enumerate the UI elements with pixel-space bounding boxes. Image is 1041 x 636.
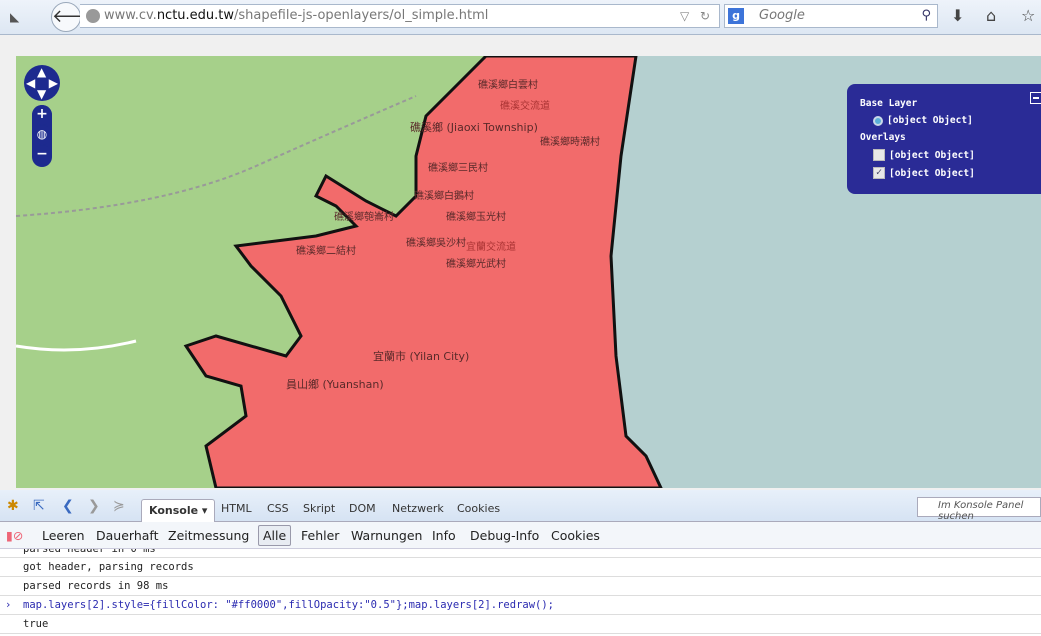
pan-up-icon[interactable]: ▲ [37,65,46,79]
clear-button[interactable]: Leeren [42,528,85,543]
map-label: 礁溪鄉二結村 [296,246,356,257]
rss-icon[interactable]: ◣ [10,10,19,24]
browser-toolbar: ◣ 🡐 www.cv.nctu.edu.tw/shapefile-js-open… [0,0,1041,35]
zoom-in-button[interactable]: + [32,105,52,125]
reload-icon[interactable]: ↻ [700,5,710,27]
panel-search-input[interactable]: Im Konsole Panel suchen [917,497,1041,522]
map-label: 礁溪鄉時潮村 [540,137,600,148]
log-entry: parsed records in 98 ms [0,577,1041,596]
persist-button[interactable]: Dauerhaft [96,528,158,543]
firebug-icon[interactable]: ✱ [7,498,19,514]
map-label: 礁溪鄉吳沙村 [406,238,466,249]
bookmark-star-icon[interactable]: ☆ [1021,6,1035,25]
map-label: 礁溪鄉三民村 [428,163,488,174]
log-entry: parsed header in 0 ms [0,549,1041,558]
map-label: 員山鄉 (Yuanshan) [286,378,384,391]
home-icon[interactable]: ⌂ [986,6,996,25]
google-icon: g [728,8,744,24]
forward-icon[interactable]: ❯ [88,498,100,514]
map-label: 礁溪鄉 (Jiaoxi Township) [410,121,538,134]
log-entry: got header, parsing records [0,558,1041,577]
tab-css[interactable]: CSS [267,502,289,515]
pan-down-icon[interactable]: ▼ [37,87,46,101]
filter-all[interactable]: Alle [258,525,292,546]
map-label: 礁溪鄉白鵝村 [414,191,474,202]
pan-left-icon[interactable]: ◀ [26,76,35,90]
filter-warnings[interactable]: Warnungen [351,528,422,543]
firebug-panel: ✱ ⇱ ❮ ❯ ≽ Konsole ▾ HTML CSS Skript DOM … [0,490,1041,636]
break-on-error-icon[interactable]: ▮⊘ [6,528,23,543]
filter-errors[interactable]: Fehler [301,528,339,543]
map-label: 礁溪鄉光武村 [446,259,506,270]
tab-dom[interactable]: DOM [349,502,376,515]
download-icon[interactable]: ⬇ [951,6,964,25]
map-label: 宜蘭市 (Yilan City) [373,350,470,363]
command-entry: › map.layers[2].style={fillColor: "#ff000… [0,596,1041,615]
search-icon[interactable]: ⚲ [921,5,931,27]
filter-cookies[interactable]: Cookies [551,528,600,543]
profile-button[interactable]: Zeitmessung [168,528,249,543]
back-button[interactable]: 🡐 [51,2,100,32]
overlay-checkbox[interactable] [873,149,885,161]
base-layer-title: Base Layer [860,98,918,109]
tab-cookies[interactable]: Cookies [457,502,500,515]
tab-html[interactable]: HTML [221,502,252,515]
search-input[interactable]: g Google ⚲ [724,4,938,28]
console-log: parsed header in 0 ms got header, parsin… [0,549,1041,634]
pan-control[interactable]: ▲ ◀ ▶ ▼ [24,65,60,101]
prompt-caret-icon: › [5,599,12,611]
map-viewport[interactable]: 礁溪鄉白雲村 礁溪交流道 礁溪鄉 (Jiaoxi Township) 礁溪鄉時潮… [16,56,1041,488]
map-label: 礁溪鄉匏崙村 [334,212,394,223]
map-label: 礁溪鄉白雲村 [478,80,538,91]
back-icon[interactable]: ❮ [62,498,74,514]
filter-info[interactable]: Info [432,528,456,543]
map-label: 礁溪交流道 [500,101,550,112]
tab-konsole[interactable]: Konsole ▾ [141,499,216,523]
zoom-out-button[interactable]: − [32,145,52,165]
globe-icon [86,9,100,23]
minimize-button[interactable] [1030,92,1041,104]
map-navigation-control: ▲ ◀ ▶ ▼ + ◍ − [24,65,60,167]
map-label: 宜蘭交流道 [466,242,516,253]
command-editor-icon[interactable]: ≽ [113,498,125,514]
inspect-icon[interactable]: ⇱ [33,498,45,514]
road [16,339,137,352]
url-bar[interactable]: www.cv.nctu.edu.tw/shapefile-js-openlaye… [80,4,720,28]
layer-switcher: Base Layer [object Object] Overlays [obj… [847,84,1041,194]
base-layer-radio[interactable] [873,115,883,126]
overlay-checkbox[interactable]: ✓ [873,167,885,179]
tab-skript[interactable]: Skript [303,502,335,515]
zoom-world-icon[interactable]: ◍ [32,125,52,145]
log-entry: true [0,615,1041,634]
filter-debug-info[interactable]: Debug-Info [470,528,539,543]
dropdown-icon[interactable]: ▽ [680,5,689,27]
pan-right-icon[interactable]: ▶ [49,76,58,90]
tab-netzwerk[interactable]: Netzwerk [392,502,444,515]
map-label: 礁溪鄉玉光村 [446,212,506,223]
overlays-title: Overlays [860,132,906,143]
